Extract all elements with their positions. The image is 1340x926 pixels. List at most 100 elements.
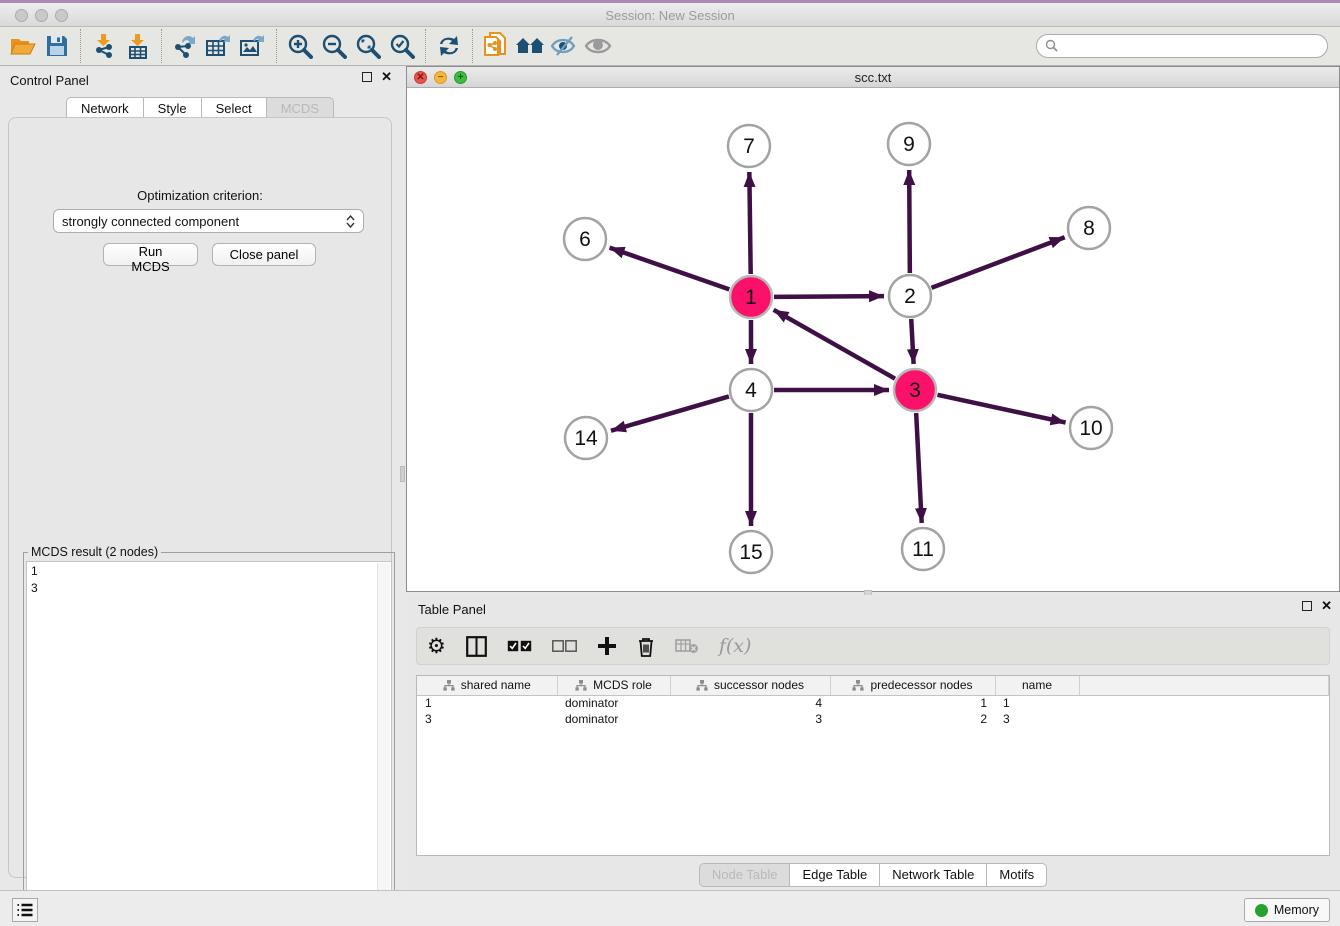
show-panels-icon[interactable] — [513, 30, 547, 62]
mcds-result-text[interactable]: 1 3 — [26, 561, 392, 924]
edge-3-11[interactable] — [916, 413, 922, 523]
memory-label: Memory — [1274, 903, 1319, 917]
graph-node-3[interactable]: 3 — [894, 369, 936, 411]
session-title: Session: New Session — [0, 8, 1340, 23]
edge-1-6[interactable] — [610, 248, 730, 290]
table-cell[interactable]: 3 — [417, 711, 557, 727]
column-header[interactable]: successor nodes — [670, 676, 830, 695]
network-window-title: scc.txt — [407, 70, 1339, 85]
hide-graphics-icon[interactable] — [547, 30, 581, 62]
node-table-container: shared nameMCDS rolesuccessor nodesprede… — [416, 675, 1330, 856]
column-hierarchy-icon — [696, 680, 708, 691]
table-cell[interactable]: 1 — [995, 695, 1079, 711]
table-cell[interactable]: dominator — [557, 711, 670, 727]
graph-node-1[interactable]: 1 — [730, 276, 772, 318]
node-table[interactable]: shared nameMCDS rolesuccessor nodesprede… — [417, 676, 1329, 727]
zoom-out-icon[interactable] — [317, 30, 351, 62]
result-scrollbar[interactable] — [377, 563, 390, 922]
edge-3-10[interactable] — [937, 395, 1065, 423]
zoom-selected-icon[interactable] — [385, 30, 419, 62]
memory-status-dot — [1255, 904, 1268, 917]
add-column-icon[interactable] — [597, 632, 617, 660]
edge-2-8[interactable] — [932, 237, 1065, 288]
import-table-icon[interactable] — [121, 30, 155, 62]
optimization-criterion-value: strongly connected component — [62, 214, 239, 229]
graph-node-15[interactable]: 15 — [730, 531, 772, 573]
gear-icon[interactable]: ⚙ — [427, 632, 446, 660]
delete-column-icon[interactable] — [637, 632, 655, 660]
graph-node-4[interactable]: 4 — [730, 369, 772, 411]
table-cell[interactable]: 3 — [670, 711, 830, 727]
edge-2-3[interactable] — [911, 319, 913, 364]
node-label: 7 — [743, 135, 755, 158]
table-cell-filler — [1079, 711, 1329, 727]
graph-node-10[interactable]: 10 — [1070, 407, 1112, 449]
node-label: 11 — [912, 538, 934, 561]
node-label: 6 — [579, 228, 591, 251]
edge-1-7[interactable] — [749, 172, 750, 274]
network-canvas[interactable]: 7 9 6 8 1 2 4 3 14 10 15 11 — [407, 88, 1339, 591]
edge-2-9[interactable] — [909, 170, 910, 273]
mcds-result-title: MCDS result (2 nodes) — [28, 545, 161, 559]
run-mcds-button[interactable]: Run MCDS — [103, 243, 198, 266]
table-row[interactable]: 1dominator411 — [417, 695, 1329, 711]
vertical-splitter[interactable] — [399, 66, 406, 890]
tab-edge-table[interactable]: Edge Table — [790, 863, 880, 887]
save-session-icon[interactable] — [40, 30, 74, 62]
float-table-panel-icon[interactable] — [1302, 601, 1312, 611]
graph-node-6[interactable]: 6 — [564, 218, 606, 260]
table-cell[interactable]: dominator — [557, 695, 670, 711]
export-network-icon[interactable] — [168, 30, 202, 62]
table-cell[interactable]: 3 — [995, 711, 1079, 727]
edge-4-14[interactable] — [611, 396, 729, 430]
column-header[interactable]: predecessor nodes — [830, 676, 995, 695]
column-header[interactable]: name — [995, 676, 1079, 695]
float-panel-icon[interactable] — [362, 72, 372, 82]
tab-node-table[interactable]: Node Table — [699, 863, 791, 887]
mcds-result-group: MCDS result (2 nodes) 1 3 — [23, 545, 395, 926]
graph-node-7[interactable]: 7 — [728, 125, 770, 167]
edge-3-1[interactable] — [774, 310, 895, 379]
column-header[interactable]: shared name — [417, 676, 557, 695]
graph-node-9[interactable]: 9 — [888, 123, 930, 165]
tab-network-table[interactable]: Network Table — [880, 863, 987, 887]
import-network-icon[interactable] — [87, 30, 121, 62]
node-label: 3 — [909, 379, 921, 402]
table-row[interactable]: 3dominator323 — [417, 711, 1329, 727]
close-panel-button[interactable]: Close panel — [212, 243, 316, 266]
column-hierarchy-icon — [575, 680, 587, 691]
memory-button[interactable]: Memory — [1244, 898, 1330, 922]
task-history-button[interactable] — [12, 898, 38, 922]
deselect-all-icon[interactable] — [552, 632, 577, 660]
close-panel-icon[interactable]: ✕ — [381, 72, 392, 82]
search-input[interactable] — [1036, 34, 1328, 58]
toolbar-separator — [472, 29, 473, 63]
network-window-titlebar[interactable]: ✕ − + scc.txt — [407, 67, 1339, 88]
duplicate-network-icon[interactable] — [479, 30, 513, 62]
column-header[interactable]: MCDS role — [557, 676, 670, 695]
vertical-splitter-handle[interactable] — [400, 466, 405, 482]
select-all-icon[interactable] — [507, 632, 532, 660]
refresh-layout-icon[interactable] — [432, 30, 466, 62]
open-session-icon[interactable] — [6, 30, 40, 62]
export-image-icon[interactable] — [236, 30, 270, 62]
zoom-in-icon[interactable] — [283, 30, 317, 62]
graph-node-11[interactable]: 11 — [902, 528, 944, 570]
graph-node-14[interactable]: 14 — [565, 417, 607, 459]
function-builder-icon: f(x) — [719, 632, 752, 660]
table-cell[interactable]: 1 — [417, 695, 557, 711]
split-view-icon[interactable] — [466, 632, 487, 660]
table-cell[interactable]: 2 — [830, 711, 995, 727]
optimization-criterion-select[interactable]: strongly connected component — [53, 209, 364, 233]
close-table-panel-icon[interactable]: ✕ — [1321, 601, 1332, 611]
graph-node-8[interactable]: 8 — [1068, 207, 1110, 249]
table-cell[interactable]: 1 — [830, 695, 995, 711]
zoom-fit-icon[interactable] — [351, 30, 385, 62]
edge-1-2[interactable] — [774, 296, 884, 297]
export-table-icon[interactable] — [202, 30, 236, 62]
graph-node-2[interactable]: 2 — [889, 275, 931, 317]
show-graphics-icon[interactable] — [581, 30, 615, 62]
tab-motifs[interactable]: Motifs — [987, 863, 1047, 887]
table-cell[interactable]: 4 — [670, 695, 830, 711]
table-panel: Table Panel ✕ ⚙ f(x) — [406, 595, 1340, 890]
